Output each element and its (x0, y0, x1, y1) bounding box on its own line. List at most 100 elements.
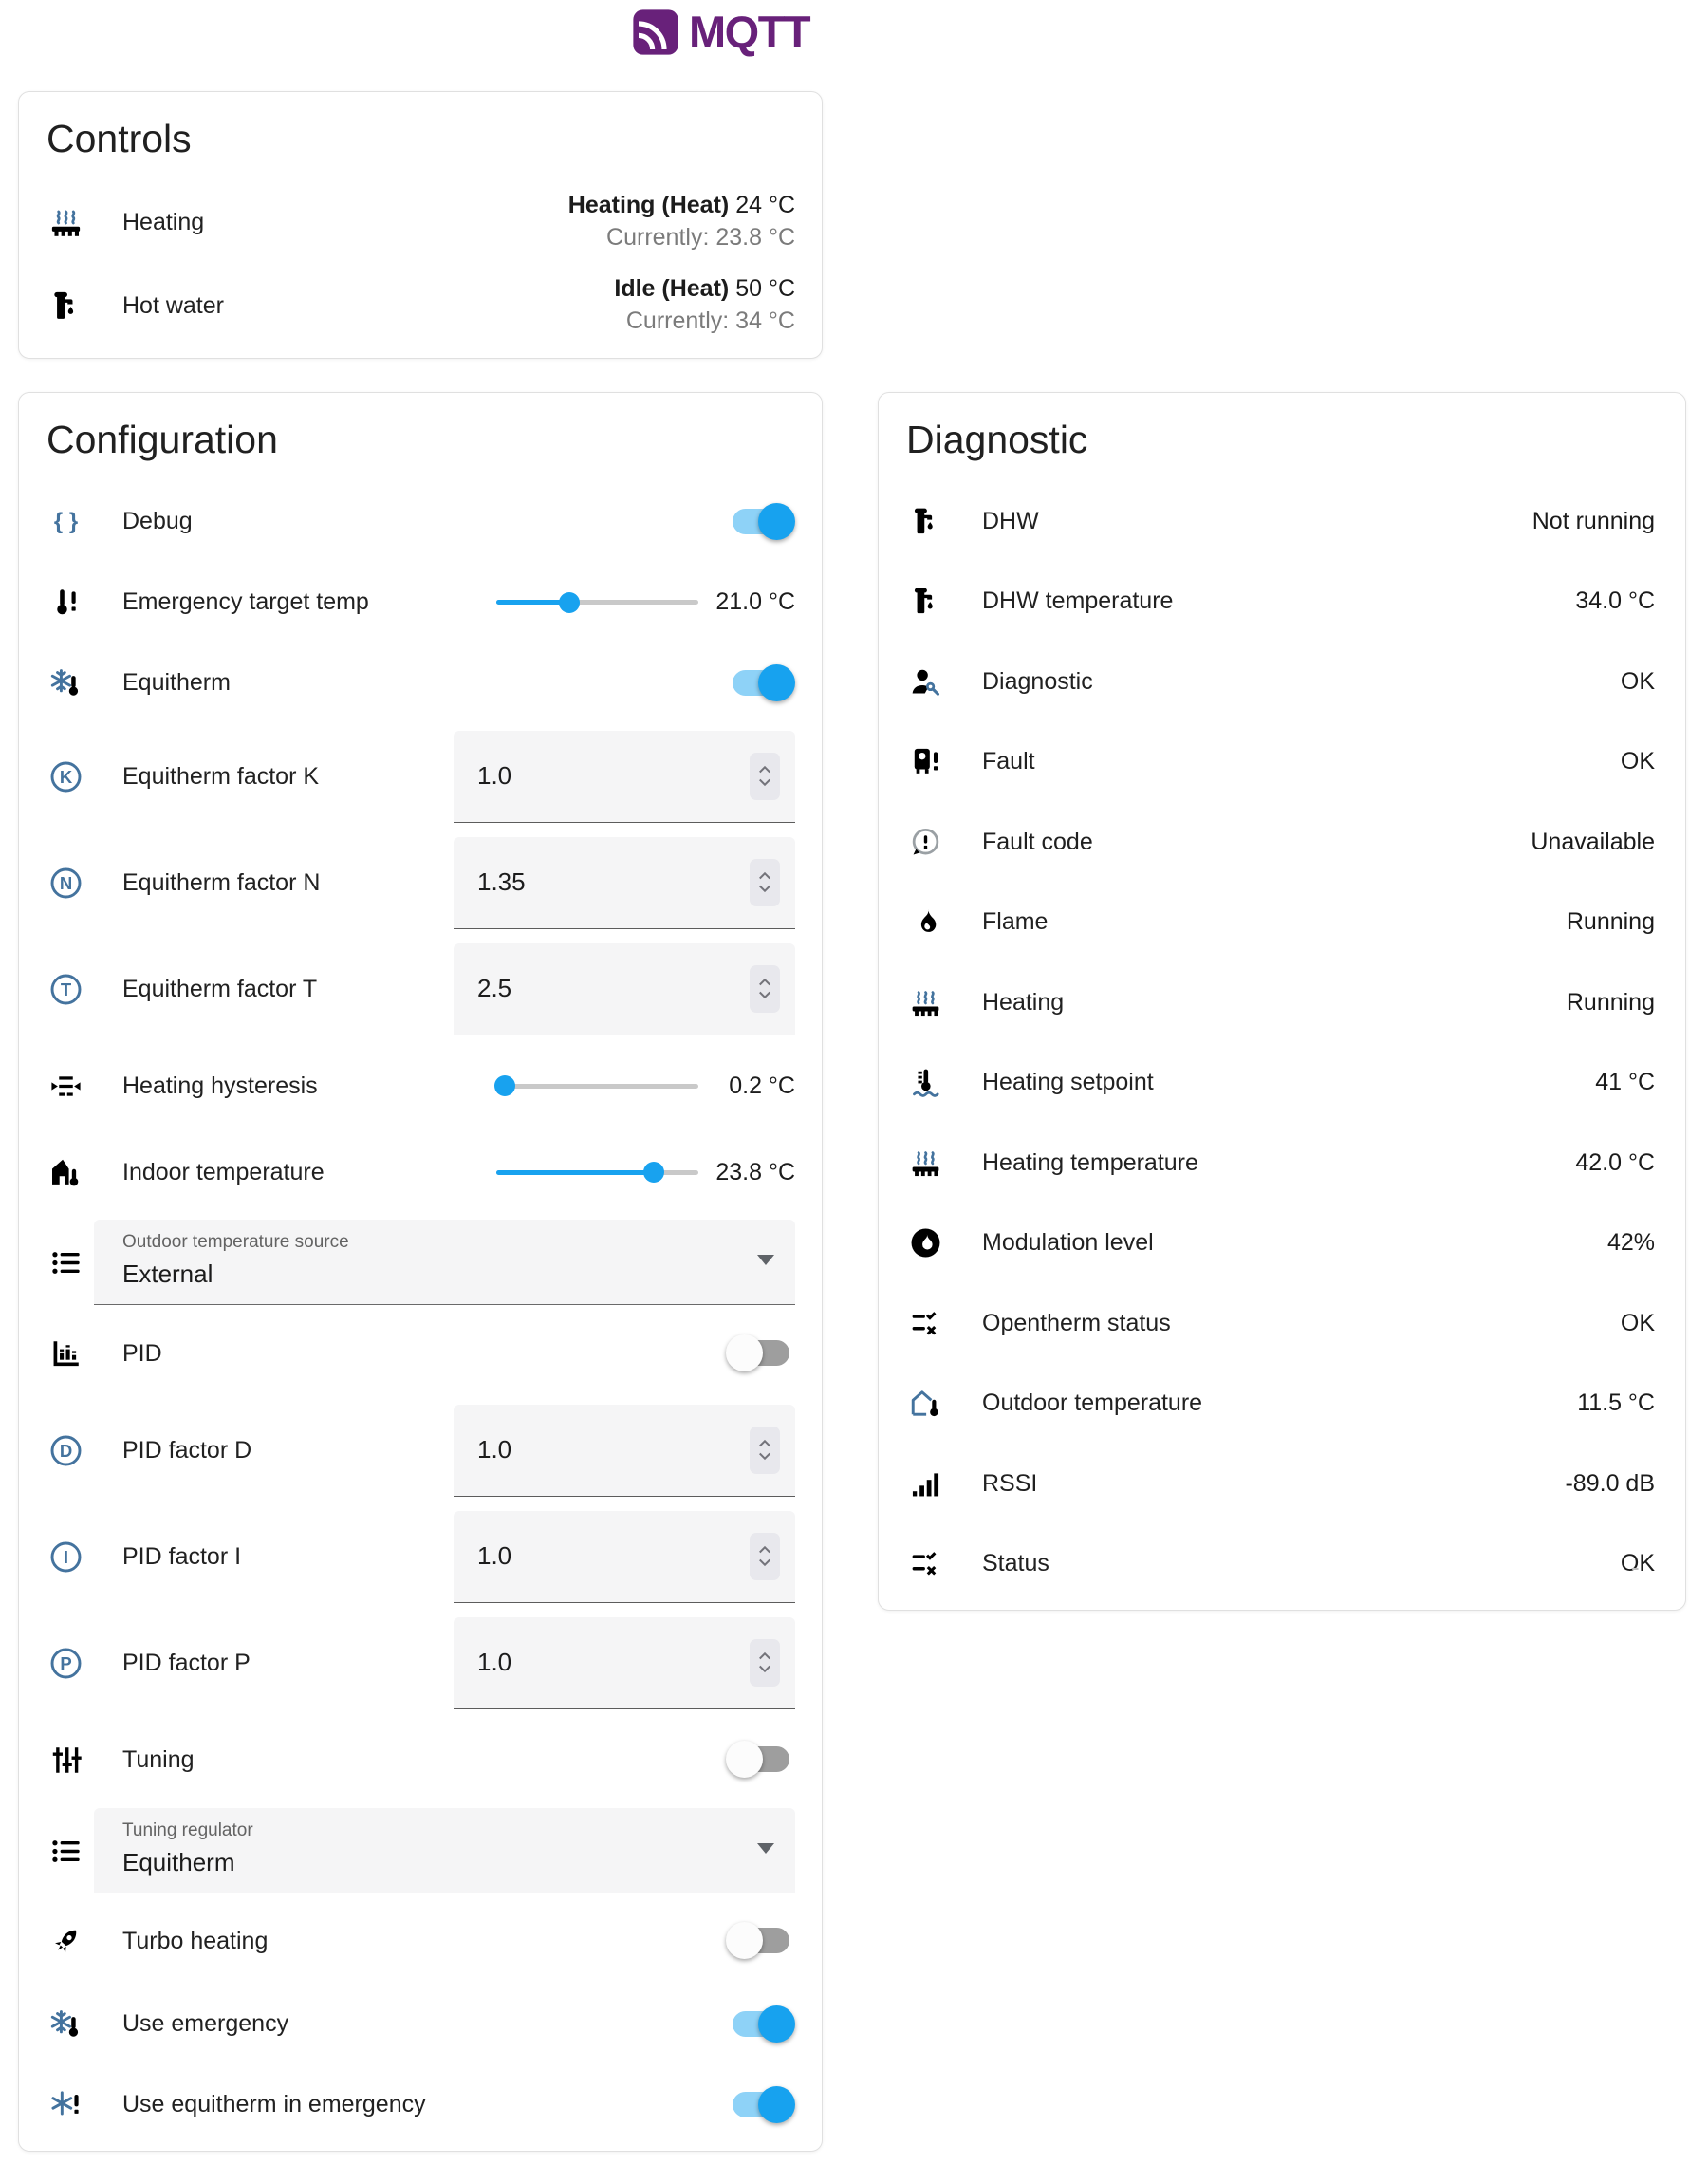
list-status-icon (906, 1545, 944, 1583)
controls-title: Controls (19, 92, 822, 180)
hysteresis-icon (46, 1067, 84, 1105)
outdoor-temperature-source-select[interactable]: Outdoor temperature source External (94, 1220, 795, 1305)
select-value: Equitherm (122, 1848, 795, 1877)
stray-mark: - (1631, 1553, 1640, 1582)
water-pump-icon (906, 502, 944, 540)
dropdown-arrow-icon (757, 1843, 774, 1854)
slider-thumb[interactable] (643, 1162, 664, 1183)
chevron-up-icon (756, 870, 773, 881)
diag-row-flame[interactable]: Flame Running (879, 883, 1685, 963)
pid-factor-i-input[interactable] (454, 1541, 715, 1571)
diag-value: -89.0 dB (1565, 1470, 1655, 1498)
diag-row-status[interactable]: Status OK (879, 1524, 1685, 1605)
diag-row-fault[interactable]: Fault OK (879, 722, 1685, 803)
pid-toggle[interactable] (733, 1334, 795, 1372)
row-label: Heating hysteresis (122, 1073, 318, 1100)
diag-label: Flame (982, 908, 1048, 936)
diag-label: Fault code (982, 829, 1093, 856)
water-boiler-alert-icon (906, 743, 944, 781)
home-thermometer-outline-icon (906, 1385, 944, 1423)
debug-toggle[interactable] (733, 503, 795, 541)
equitherm-factor-n-input[interactable] (454, 867, 715, 897)
radiator-icon (906, 983, 944, 1021)
config-row-equitherm: Equitherm (19, 643, 822, 723)
diag-row-diagnostic[interactable]: Diagnostic OK (879, 642, 1685, 722)
diagnostic-title: Diagnostic (879, 393, 1685, 481)
radiator-icon (46, 203, 84, 241)
config-row-heating-hysteresis: Heating hysteresis 0.2 °C (19, 1042, 822, 1129)
diag-value: Running (1567, 908, 1655, 936)
row-label: Emergency target temp (122, 588, 369, 616)
diag-label: Opentherm status (982, 1310, 1171, 1337)
chevron-down-icon (756, 1451, 773, 1462)
alpha-d-circle-icon (46, 1431, 84, 1469)
config-row-pid-factor-i: PID factor I (19, 1503, 822, 1610)
diag-value: 42.0 °C (1575, 1149, 1655, 1177)
select-value: External (122, 1259, 795, 1289)
diag-row-outdoor-temperature[interactable]: Outdoor temperature 11.5 °C (879, 1364, 1685, 1445)
equitherm-factor-t-input[interactable] (454, 974, 715, 1003)
snowflake-alert-icon (46, 2086, 84, 2124)
indoor-temperature-slider[interactable] (496, 1153, 698, 1191)
control-state-current: Currently: 23.8 °C (568, 222, 795, 254)
equitherm-toggle[interactable] (733, 664, 795, 702)
equitherm-factor-k-stepper[interactable] (750, 753, 780, 800)
code-braces-icon (46, 503, 84, 541)
pid-factor-p-input[interactable] (454, 1648, 715, 1677)
tuning-regulator-select[interactable]: Tuning regulator Equitherm (94, 1808, 795, 1894)
alpha-i-circle-icon (46, 1538, 84, 1576)
equitherm-factor-t-stepper[interactable] (750, 965, 780, 1013)
diag-row-rssi[interactable]: RSSI -89.0 dB (879, 1444, 1685, 1524)
emergency-target-temp-slider[interactable] (496, 584, 698, 622)
rocket-icon (46, 1922, 84, 1960)
diag-value: 42% (1607, 1229, 1655, 1257)
water-pump-icon (46, 287, 84, 325)
row-label: Equitherm factor N (122, 869, 320, 897)
pid-factor-d-stepper[interactable] (750, 1427, 780, 1474)
config-row-indoor-temperature: Indoor temperature 23.8 °C (19, 1129, 822, 1215)
diag-row-modulation-level[interactable]: Modulation level 42% (879, 1203, 1685, 1284)
slider-thumb[interactable] (559, 592, 580, 613)
diag-label: Status (982, 1550, 1049, 1577)
diag-row-heating-setpoint[interactable]: Heating setpoint 41 °C (879, 1043, 1685, 1124)
row-label: PID factor P (122, 1650, 251, 1677)
slider-thumb[interactable] (494, 1075, 515, 1096)
slider-value: 23.8 °C (714, 1157, 795, 1188)
use-equitherm-in-emergency-toggle[interactable] (733, 2086, 795, 2124)
config-row-tuning-regulator: Tuning regulator Equitherm (19, 1803, 822, 1898)
diag-row-heating-temperature[interactable]: Heating temperature 42.0 °C (879, 1123, 1685, 1203)
equitherm-factor-n-stepper[interactable] (750, 859, 780, 906)
heating-hysteresis-slider[interactable] (496, 1067, 698, 1105)
diag-row-opentherm-status[interactable]: Opentherm status OK (879, 1283, 1685, 1364)
turbo-heating-toggle[interactable] (733, 1922, 795, 1960)
diag-row-dhw-temperature[interactable]: DHW temperature 34.0 °C (879, 562, 1685, 643)
tuning-toggle[interactable] (733, 1741, 795, 1779)
config-row-turbo-heating: Turbo heating (19, 1898, 822, 1984)
pid-factor-d-input[interactable] (454, 1435, 715, 1464)
control-state-mode: Idle (Heat) (614, 275, 729, 302)
control-row-hot-water[interactable]: Hot water Idle (Heat) 50 °C Currently: 3… (19, 264, 822, 347)
snowflake-thermometer-icon (46, 2005, 84, 2043)
chevron-up-icon (756, 1651, 773, 1661)
pid-factor-i-stepper[interactable] (750, 1533, 780, 1580)
diag-row-fault-code[interactable]: Fault code Unavailable (879, 802, 1685, 883)
fire-circle-icon (906, 1224, 944, 1262)
alpha-p-circle-icon (46, 1644, 84, 1682)
row-label: PID factor D (122, 1437, 251, 1464)
control-state-setpoint: 24 °C (735, 192, 795, 218)
diag-row-heating[interactable]: Heating Running (879, 962, 1685, 1043)
control-row-heating[interactable]: Heating Heating (Heat) 24 °C Currently: … (19, 180, 822, 264)
diag-row-dhw[interactable]: DHW Not running (879, 481, 1685, 562)
control-state: Idle (Heat) 50 °C Currently: 34 °C (614, 273, 795, 338)
config-row-outdoor-temperature-source: Outdoor temperature source External (19, 1215, 822, 1310)
pid-factor-p-stepper[interactable] (750, 1639, 780, 1687)
use-emergency-toggle[interactable] (733, 2005, 795, 2043)
equitherm-factor-k-field (454, 731, 795, 823)
equitherm-factor-k-input[interactable] (454, 761, 715, 791)
fire-icon (906, 904, 944, 942)
thermometer-water-icon (906, 1064, 944, 1102)
configuration-card: Configuration Debug Emergency target tem… (18, 392, 823, 2152)
config-row-debug: Debug (19, 481, 822, 562)
diag-value: OK (1621, 668, 1655, 696)
alpha-k-circle-icon (46, 757, 84, 795)
